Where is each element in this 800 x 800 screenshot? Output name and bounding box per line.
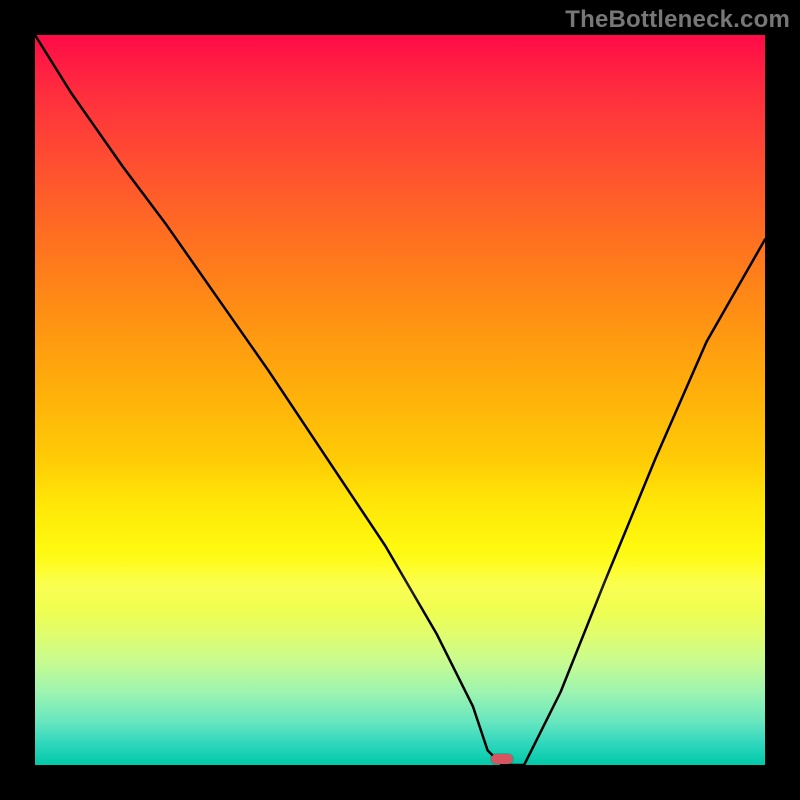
watermark-text: TheBottleneck.com	[565, 6, 790, 34]
curve-svg	[35, 35, 765, 765]
optimal-marker	[491, 754, 513, 764]
chart-container: TheBottleneck.com	[0, 0, 800, 800]
bottleneck-curve	[35, 35, 765, 765]
plot-area	[35, 35, 765, 765]
